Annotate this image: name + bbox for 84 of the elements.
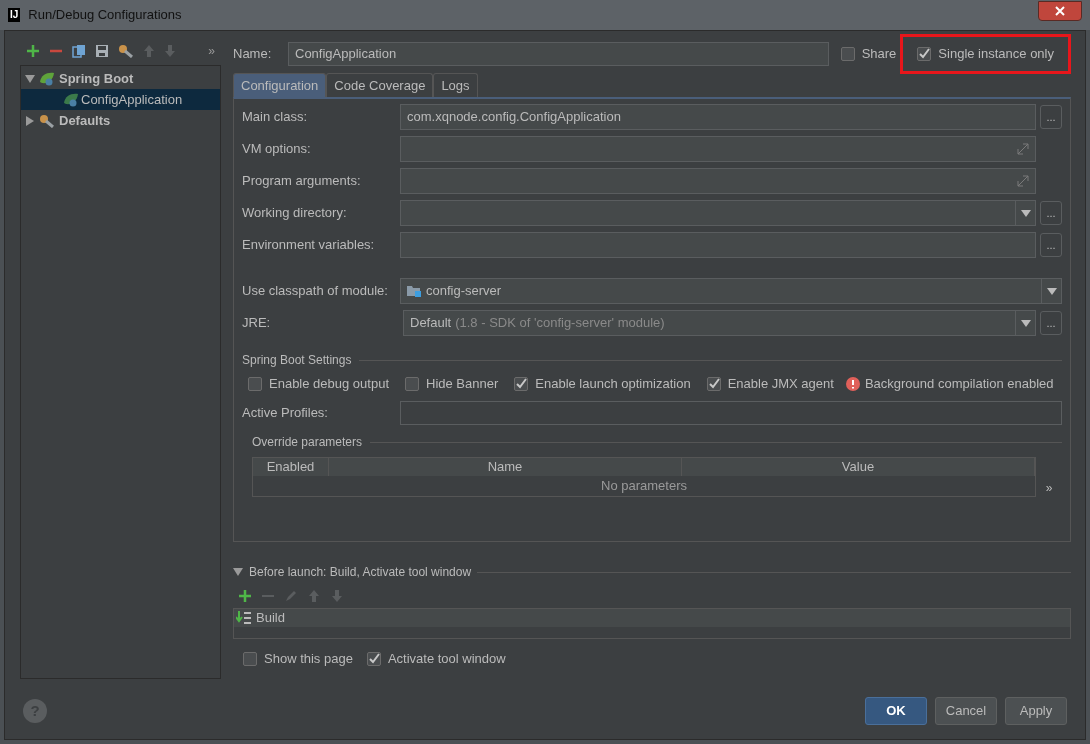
error-icon (845, 377, 860, 391)
field-label: Use classpath of module: (242, 282, 389, 301)
tab[interactable]: Code Coverage (326, 73, 434, 97)
build-icon (236, 611, 252, 625)
name-label: Name: (233, 45, 273, 64)
text-field[interactable]: com.xqnode.config.ConfigApplication (400, 104, 1036, 130)
tree-item[interactable]: Defaults (21, 110, 220, 131)
warning-message: Background compilation enabled (845, 374, 1054, 394)
tab[interactable]: Logs (433, 73, 478, 97)
app-badge: IJ (8, 8, 21, 22)
more-button[interactable]: » (208, 42, 215, 60)
close-button[interactable] (1038, 1, 1082, 21)
edit-icon[interactable] (285, 590, 297, 602)
collapse-arrow-icon[interactable] (233, 567, 243, 577)
add-icon[interactable] (239, 590, 251, 602)
dialog-button[interactable]: Cancel (935, 697, 997, 725)
option-checkbox-row[interactable]: Enable JMX agent (706, 374, 834, 394)
field-label: Active Profiles: (242, 404, 329, 423)
move-up-icon[interactable] (143, 44, 155, 58)
browse-button[interactable]: ... (1040, 201, 1062, 225)
copy-icon[interactable] (72, 44, 86, 58)
task-item[interactable]: Build (234, 609, 1070, 627)
move-up-icon[interactable] (308, 590, 320, 602)
checked-checkbox[interactable] (706, 377, 721, 391)
add-icon[interactable] (26, 44, 40, 58)
empty-table-message: No parameters (601, 477, 687, 496)
field-label: VM options: (242, 140, 312, 159)
browse-button[interactable]: ... (1040, 233, 1062, 257)
field-label: Environment variables: (242, 236, 376, 255)
move-down-icon[interactable] (164, 44, 176, 58)
section-title: Spring Boot Settings (242, 352, 352, 369)
field-label: Working directory: (242, 204, 348, 223)
show-page-checkbox-row[interactable]: Show this page (243, 649, 353, 669)
option-checkbox-row[interactable]: Enable debug output (248, 374, 389, 394)
text-field[interactable] (400, 168, 1036, 194)
activate-window-checkbox-row[interactable]: Activate tool window (366, 649, 506, 669)
module-dropdown[interactable]: config-server (400, 278, 1062, 304)
checkbox[interactable] (405, 377, 419, 391)
caret-icon (1046, 287, 1057, 295)
save-icon[interactable] (95, 44, 109, 58)
active-profiles-field[interactable] (400, 401, 1062, 425)
checked-checkbox[interactable] (514, 377, 529, 391)
leaf-icon (39, 71, 55, 86)
checkbox[interactable] (243, 652, 257, 666)
field-label: Main class: (242, 108, 309, 127)
expand-arrow-icon[interactable] (25, 115, 35, 126)
browse-button[interactable]: ... (1040, 311, 1062, 335)
option-checkbox-row[interactable]: Hide Banner (405, 374, 499, 394)
leaf-icon (63, 92, 79, 107)
close-icon (1055, 6, 1065, 16)
tab[interactable]: Configuration (233, 73, 327, 97)
checkbox[interactable] (840, 47, 855, 61)
folder-icon (407, 285, 421, 297)
tree-item[interactable]: ConfigApplication (21, 89, 220, 110)
text-field[interactable] (400, 136, 1036, 162)
field-label: Program arguments: (242, 172, 362, 191)
before-launch-toggle[interactable]: Before launch: Build, Activate tool window (249, 563, 472, 581)
option-checkbox-row[interactable]: Enable launch optimization (514, 374, 691, 394)
field-label: JRE: (242, 314, 272, 333)
column-header[interactable]: Enabled (253, 458, 329, 476)
name-field[interactable]: ConfigApplication (288, 42, 829, 66)
jre-dropdown[interactable]: Default (1.8 - SDK of 'config-server' module) (403, 310, 1036, 336)
checked-checkbox[interactable] (917, 47, 932, 61)
checked-checkbox[interactable] (366, 652, 381, 666)
window-title: Run/Debug Configurations (28, 6, 182, 25)
expand-icon[interactable] (1017, 143, 1029, 155)
column-header[interactable]: Value (682, 458, 1035, 476)
move-down-icon[interactable] (331, 590, 343, 602)
share-checkbox-row[interactable]: Share (840, 44, 897, 64)
more-button[interactable]: » (1036, 457, 1062, 497)
single-instance-checkbox-row[interactable]: Single instance only (917, 44, 1054, 64)
combo-field[interactable] (400, 200, 1036, 226)
browse-button[interactable]: ... (1040, 105, 1062, 129)
section-title: Override parameters (252, 434, 363, 451)
expand-icon[interactable] (1017, 175, 1029, 187)
text-field[interactable] (400, 232, 1036, 258)
column-header[interactable]: Name (329, 458, 682, 476)
tree-item[interactable]: Spring Boot (21, 68, 220, 89)
caret-icon (1020, 319, 1031, 327)
checkbox[interactable] (248, 377, 262, 391)
caret-icon (1020, 209, 1031, 217)
collapse-arrow-icon[interactable] (25, 73, 35, 84)
dialog-button[interactable]: Apply (1005, 697, 1067, 725)
dialog-button[interactable]: OK (865, 697, 927, 725)
